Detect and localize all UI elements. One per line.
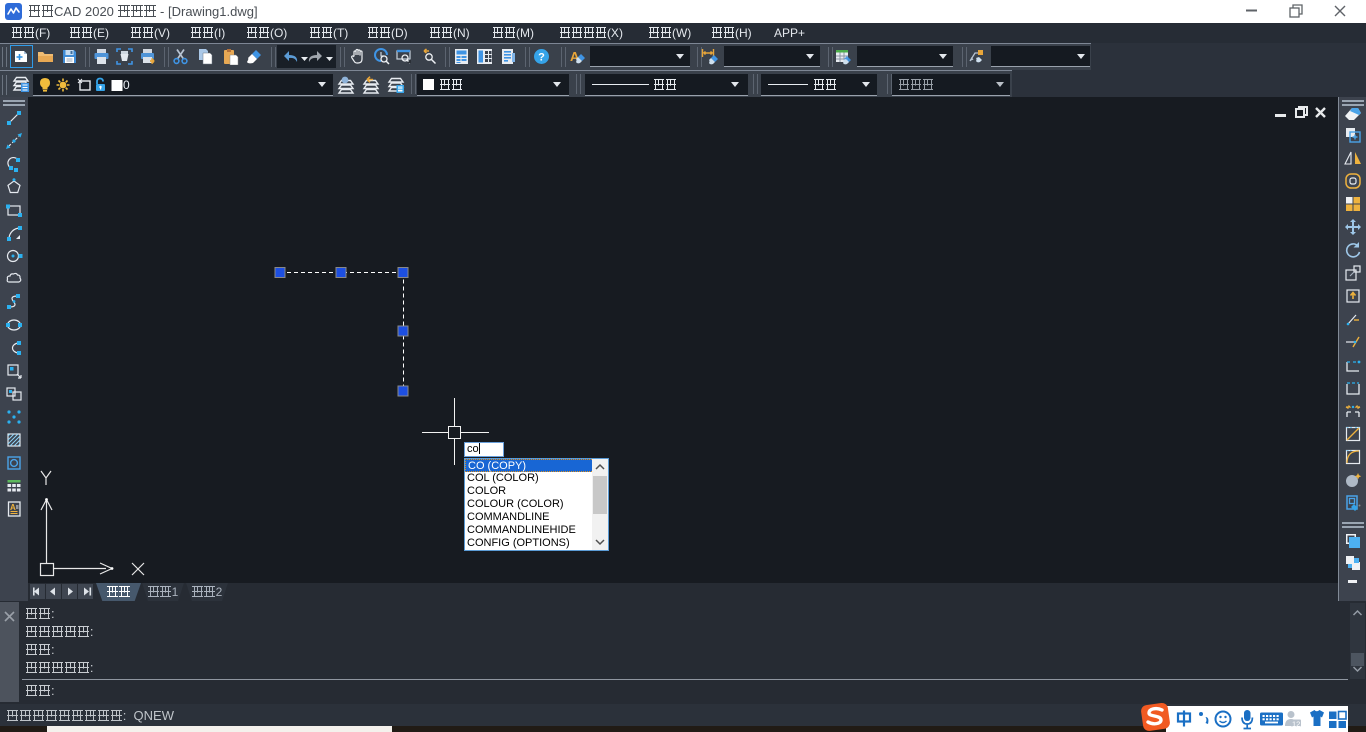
svg-text:12: 12 bbox=[1292, 720, 1300, 729]
svg-text:?: ? bbox=[538, 52, 545, 64]
svg-text:A: A bbox=[10, 503, 16, 512]
